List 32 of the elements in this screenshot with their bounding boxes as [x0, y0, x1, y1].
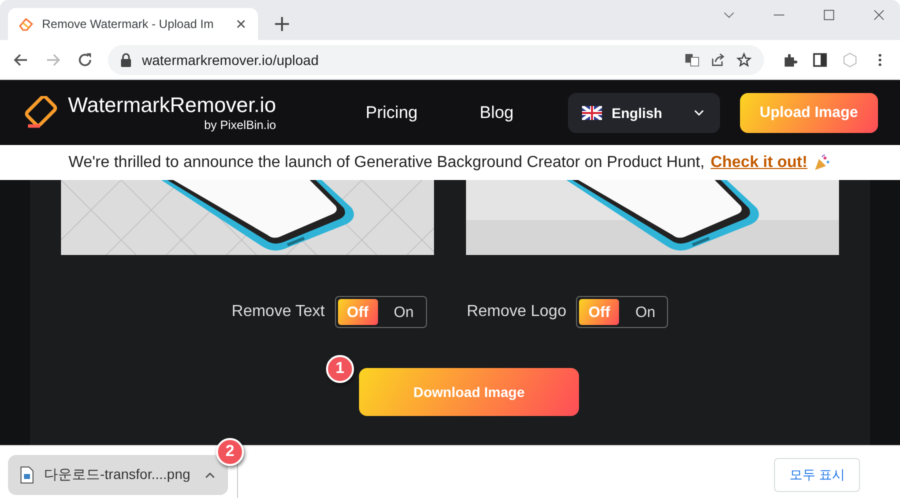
star-icon[interactable] — [736, 52, 752, 68]
maximize-icon[interactable] — [822, 8, 836, 22]
file-icon — [20, 466, 34, 484]
party-popper-icon — [813, 154, 832, 172]
toggle-label: Remove Logo — [466, 303, 566, 321]
nav-link[interactable]: Blog — [474, 102, 520, 124]
logo-icon — [24, 96, 60, 130]
show-all-button[interactable]: 모두 표시 — [774, 458, 860, 492]
close-icon[interactable] — [872, 8, 886, 22]
announcement-text: We're thrilled to announce the launch of Generative Background Creator on Product Hunt, — [68, 154, 705, 172]
side-panel-icon[interactable] — [812, 52, 828, 68]
announcement-link[interactable]: Check it out! — [710, 154, 808, 172]
nav-link[interactable]: Pricing — [360, 102, 424, 124]
download-item[interactable]: 다운로드-transfor....png — [8, 454, 228, 494]
browser-tab[interactable]: Remove Watermark - Upload Im — [8, 8, 258, 40]
flag-icon — [582, 106, 602, 120]
lock-icon — [120, 52, 132, 66]
logo-text: WatermarkRemover.io — [68, 94, 276, 118]
logo-subtitle: by PixelBin.io — [204, 118, 276, 132]
eraser-icon — [18, 16, 34, 32]
new-tab-icon[interactable] — [274, 16, 290, 32]
reload-icon[interactable] — [76, 50, 94, 68]
puzzle-icon[interactable] — [782, 52, 798, 68]
toggle-option[interactable]: On — [384, 299, 424, 325]
share-icon[interactable] — [710, 52, 726, 68]
tab-title: Remove Watermark - Upload Im — [42, 17, 215, 31]
toggle-label: Remove Text — [232, 303, 325, 321]
translate-icon[interactable] — [684, 52, 700, 68]
toggle-option[interactable]: On — [625, 299, 666, 325]
language-select[interactable]: English — [568, 92, 720, 132]
url-text: watermarkremover.io/upload — [142, 52, 320, 68]
address-bar[interactable]: watermarkremover.io/upload — [108, 44, 764, 74]
